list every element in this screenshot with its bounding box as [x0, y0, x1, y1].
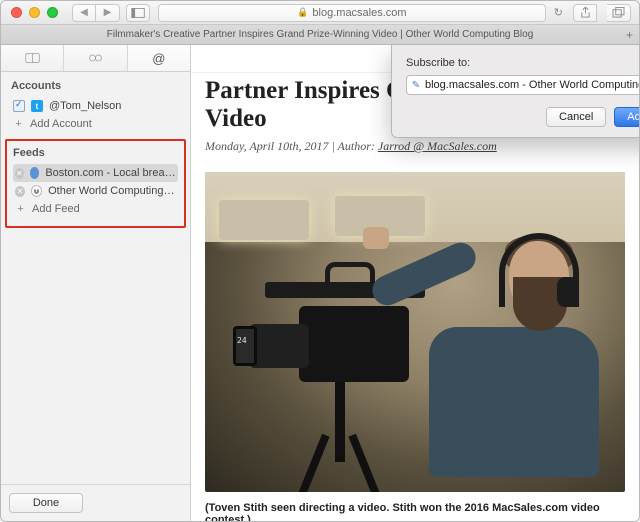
feed-select-text: blog.macsales.com - Other World Computin…	[425, 79, 639, 91]
plus-icon: +	[13, 118, 24, 130]
add-feed-button[interactable]: + Add Feed	[13, 200, 178, 218]
titlebar: ◀ ▶ 🔒 blog.macsales.com ↻	[1, 1, 639, 25]
tab-title[interactable]: Filmmaker's Creative Partner Inspires Gr…	[107, 29, 534, 40]
sidebar-tabs: @	[1, 45, 190, 72]
minimize-window-icon[interactable]	[29, 7, 40, 18]
author-prefix: | Author:	[328, 139, 377, 153]
remove-feed-icon[interactable]: ✕	[15, 168, 24, 179]
favicon-owc	[31, 185, 42, 197]
lock-icon: 🔒	[297, 7, 308, 18]
add-feed-confirm-button[interactable]: Add Feed	[614, 107, 639, 127]
new-tab-button[interactable]: +	[626, 28, 633, 42]
article-date: Monday, April 10th, 2017	[205, 139, 328, 153]
tab-bar: Filmmaker's Creative Partner Inspires Gr…	[1, 25, 639, 45]
done-button[interactable]: Done	[9, 493, 83, 513]
close-window-icon[interactable]	[11, 7, 22, 18]
share-button[interactable]	[573, 4, 597, 22]
feeds-header: Feeds	[13, 147, 178, 159]
window-controls	[1, 7, 58, 18]
sidebar-tab-readinglist[interactable]	[64, 45, 127, 71]
add-feed-label: Add Feed	[32, 203, 80, 215]
tabs-button[interactable]	[607, 4, 631, 22]
cancel-button[interactable]: Cancel	[546, 107, 606, 127]
sidebar: @ Accounts t @Tom_Nelson + Add Account F…	[1, 45, 191, 521]
twitter-icon: t	[31, 100, 43, 112]
sidebar-footer: Done	[1, 484, 190, 521]
plus-icon: +	[15, 203, 26, 215]
subscribe-label: Subscribe to:	[406, 57, 639, 69]
url-host: blog.macsales.com	[312, 7, 406, 19]
feed-label: Other World Computing Blog	[48, 185, 176, 197]
sidebar-toggle-button[interactable]	[126, 4, 150, 22]
feed-select[interactable]: ✎ blog.macsales.com - Other World Comput…	[406, 75, 639, 95]
safari-window: ◀ ▶ 🔒 blog.macsales.com ↻ Filmmaker's Cr…	[0, 0, 640, 522]
photo-caption: (Toven Stith seen directing a video. Sti…	[191, 498, 639, 521]
feeds-section-highlight: Feeds ✕ Boston.com - Local breaking ne..…	[5, 139, 186, 228]
content-area: VISIT MacSales.com ARTICLE AR Partner In…	[191, 45, 639, 521]
reload-icon[interactable]: ↻	[554, 6, 563, 19]
account-handle: @Tom_Nelson	[49, 100, 121, 112]
feed-row-boston[interactable]: ✕ Boston.com - Local breaking ne...	[13, 164, 178, 182]
scrollbar[interactable]	[630, 75, 638, 517]
sidebar-tab-bookmarks[interactable]	[1, 45, 64, 71]
lens-number: 24	[237, 336, 247, 345]
account-checkbox[interactable]	[13, 100, 25, 112]
account-row[interactable]: t @Tom_Nelson	[11, 97, 180, 115]
add-account-label: Add Account	[30, 118, 92, 130]
sidebar-tab-sharedlinks[interactable]: @	[128, 45, 190, 71]
add-account-button[interactable]: + Add Account	[11, 115, 180, 133]
article-photo: 24	[205, 172, 625, 492]
person-illustration	[409, 227, 599, 467]
feed-type-icon: ✎	[407, 80, 425, 91]
article-meta: Monday, April 10th, 2017 | Author: Jarro…	[205, 139, 625, 154]
address-bar[interactable]: 🔒 blog.macsales.com	[158, 4, 546, 22]
back-button[interactable]: ◀	[72, 4, 96, 22]
at-icon: @	[152, 51, 165, 66]
accounts-section: Accounts t @Tom_Nelson + Add Account	[1, 72, 190, 137]
zoom-window-icon[interactable]	[47, 7, 58, 18]
favicon-boston	[30, 167, 40, 179]
accounts-header: Accounts	[11, 80, 180, 92]
forward-button[interactable]: ▶	[96, 4, 120, 22]
nav-arrows: ◀ ▶	[72, 4, 120, 22]
subscribe-sheet: Subscribe to: ✎ blog.macsales.com - Othe…	[391, 45, 639, 138]
remove-feed-icon[interactable]: ✕	[15, 186, 25, 197]
feed-row-owc[interactable]: ✕ Other World Computing Blog	[13, 182, 178, 200]
article-author[interactable]: Jarrod @ MacSales.com	[378, 139, 497, 153]
feed-label: Boston.com - Local breaking ne...	[45, 167, 176, 179]
